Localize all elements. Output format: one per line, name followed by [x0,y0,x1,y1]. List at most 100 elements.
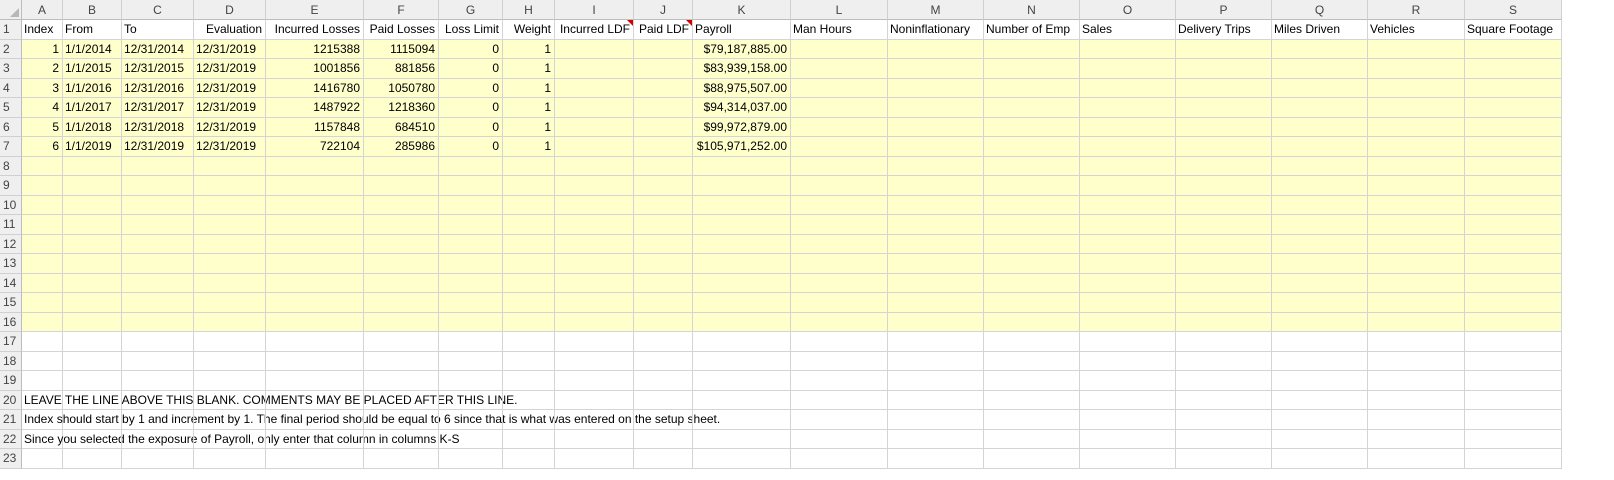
cell-k14[interactable] [693,273,791,293]
cell-n16[interactable] [984,312,1080,332]
cell-a6[interactable]: 5 [22,117,63,137]
cell-l13[interactable] [791,254,888,274]
cell-e14[interactable] [266,273,364,293]
cell-f21[interactable] [364,410,439,430]
cell-n18[interactable] [984,351,1080,371]
cell-i18[interactable] [555,351,634,371]
cell-h15[interactable] [503,293,555,313]
cell-s9[interactable] [1465,176,1562,196]
cell-i19[interactable] [555,371,634,391]
cell-p14[interactable] [1176,273,1272,293]
cell-h17[interactable] [503,332,555,352]
cell-c10[interactable] [122,195,194,215]
cell-p22[interactable] [1176,429,1272,449]
cell-p19[interactable] [1176,371,1272,391]
column-header-j[interactable]: J [634,0,693,20]
cell-o6[interactable] [1080,117,1176,137]
cell-a8[interactable] [22,156,63,176]
row-header-12[interactable]: 12 [0,234,22,254]
cell-q19[interactable] [1272,371,1368,391]
column-header-g[interactable]: G [439,0,503,20]
cell-f2[interactable]: 1115094 [364,39,439,59]
cell-r21[interactable] [1368,410,1465,430]
cell-r5[interactable] [1368,98,1465,118]
cell-e8[interactable] [266,156,364,176]
cell-q10[interactable] [1272,195,1368,215]
cell-j4[interactable] [634,78,693,98]
cell-a23[interactable] [22,449,63,469]
cell-g23[interactable] [439,449,503,469]
cell-j7[interactable] [634,137,693,157]
cell-a19[interactable] [22,371,63,391]
cell-n10[interactable] [984,195,1080,215]
cell-g19[interactable] [439,371,503,391]
cell-f18[interactable] [364,351,439,371]
cell-s7[interactable] [1465,137,1562,157]
cell-b14[interactable] [63,273,122,293]
cell-d11[interactable] [194,215,266,235]
cell-h13[interactable] [503,254,555,274]
cell-l7[interactable] [791,137,888,157]
cell-a13[interactable] [22,254,63,274]
cell-i11[interactable] [555,215,634,235]
cell-f8[interactable] [364,156,439,176]
header-cell-a[interactable]: Index [22,20,63,40]
cell-f19[interactable] [364,371,439,391]
row-header-7[interactable]: 7 [0,137,22,157]
cell-l12[interactable] [791,234,888,254]
cell-l8[interactable] [791,156,888,176]
cell-g6[interactable]: 0 [439,117,503,137]
cell-j6[interactable] [634,117,693,137]
cell-i20[interactable] [555,390,634,410]
cell-c13[interactable] [122,254,194,274]
cell-i10[interactable] [555,195,634,215]
cell-a3[interactable]: 2 [22,59,63,79]
cell-p2[interactable] [1176,39,1272,59]
cell-i3[interactable] [555,59,634,79]
cell-n6[interactable] [984,117,1080,137]
cell-q15[interactable] [1272,293,1368,313]
column-header-m[interactable]: M [888,0,984,20]
cell-h5[interactable]: 1 [503,98,555,118]
cell-f22[interactable] [364,429,439,449]
row-header-9[interactable]: 9 [0,176,22,196]
cell-r13[interactable] [1368,254,1465,274]
cell-l18[interactable] [791,351,888,371]
header-cell-q[interactable]: Miles Driven [1272,20,1368,40]
cell-j21[interactable] [634,410,693,430]
cell-b5[interactable]: 1/1/2017 [63,98,122,118]
cell-o2[interactable] [1080,39,1176,59]
cell-h11[interactable] [503,215,555,235]
cell-d12[interactable] [194,234,266,254]
cell-j23[interactable] [634,449,693,469]
cell-f7[interactable]: 285986 [364,137,439,157]
cell-c7[interactable]: 12/31/2019 [122,137,194,157]
cell-r15[interactable] [1368,293,1465,313]
cell-n7[interactable] [984,137,1080,157]
cell-j15[interactable] [634,293,693,313]
cell-b18[interactable] [63,351,122,371]
cell-g16[interactable] [439,312,503,332]
cell-q16[interactable] [1272,312,1368,332]
cell-j17[interactable] [634,332,693,352]
cell-p21[interactable] [1176,410,1272,430]
cell-m6[interactable] [888,117,984,137]
cell-c14[interactable] [122,273,194,293]
cell-q6[interactable] [1272,117,1368,137]
cell-q4[interactable] [1272,78,1368,98]
cell-c23[interactable] [122,449,194,469]
cell-i6[interactable] [555,117,634,137]
cell-l22[interactable] [791,429,888,449]
cell-d9[interactable] [194,176,266,196]
cell-n2[interactable] [984,39,1080,59]
cell-d2[interactable]: 12/31/2019 [194,39,266,59]
row-header-13[interactable]: 13 [0,254,22,274]
cell-m2[interactable] [888,39,984,59]
cell-q2[interactable] [1272,39,1368,59]
cell-k20[interactable] [693,390,791,410]
cell-c19[interactable] [122,371,194,391]
cell-k17[interactable] [693,332,791,352]
spreadsheet-grid[interactable]: A B C D E F G H I J K L M N O P Q R S 1 2 3 4 5 6 7 8 9 10 11 12 13 14 15… [0,0,1614,480]
cell-m3[interactable] [888,59,984,79]
row-header-10[interactable]: 10 [0,195,22,215]
